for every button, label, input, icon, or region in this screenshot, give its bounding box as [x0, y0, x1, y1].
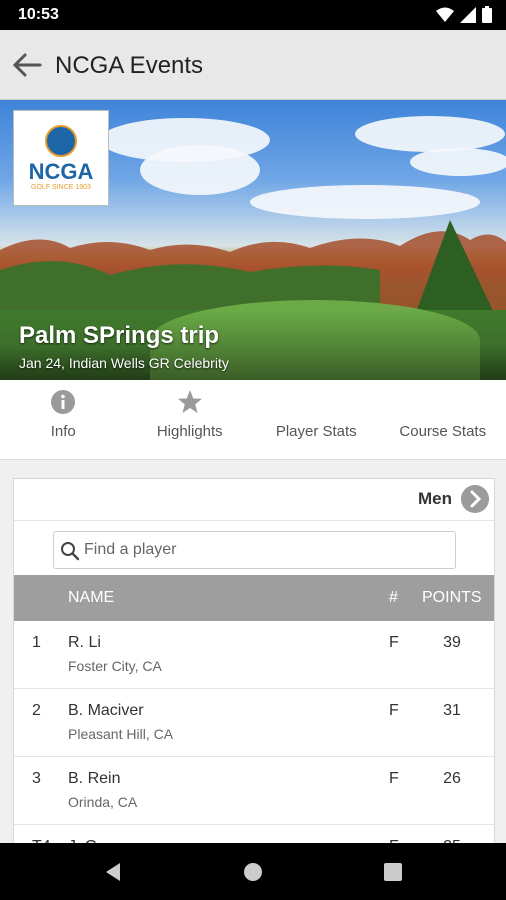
table-row[interactable]: 2 B. Maciver Pleasant Hill, CA F 31 — [14, 689, 494, 757]
info-icon — [51, 390, 76, 414]
cloud-shape — [250, 185, 480, 219]
ncga-logo: NCGA GOLF SINCE 1903 — [13, 110, 109, 206]
row-player-name: B. Maciver — [68, 702, 144, 719]
status-time: 10:53 — [18, 6, 59, 23]
logo-emblem-icon — [45, 125, 77, 157]
row-player-location: Orinda, CA — [68, 794, 138, 810]
app-bar-title: NCGA Events — [55, 52, 204, 79]
nav-back-icon[interactable] — [102, 861, 124, 883]
app-bar: NCGA Events — [0, 30, 506, 100]
cloud-shape — [355, 116, 505, 152]
wifi-icon — [436, 7, 454, 22]
tab-course-stats[interactable]: Course Stats — [380, 380, 506, 459]
tab-label: Course Stats — [399, 423, 487, 440]
row-rank: 3 — [32, 770, 41, 787]
system-nav-bar — [0, 843, 506, 900]
tab-player-stats[interactable]: Player Stats — [253, 380, 380, 459]
row-player-name: R. Li — [68, 634, 101, 651]
row-flag: F — [389, 770, 399, 787]
row-points: 31 — [443, 702, 461, 719]
search-icon — [61, 542, 80, 561]
status-icons — [436, 6, 492, 23]
division-selector[interactable]: Men — [14, 479, 494, 521]
chevron-right-icon[interactable] — [461, 485, 489, 513]
event-subtitle: Jan 24, Indian Wells GR Celebrity — [19, 355, 229, 371]
row-flag: F — [389, 634, 399, 651]
column-header-flag[interactable]: # — [389, 589, 398, 607]
row-rank: 1 — [32, 634, 41, 651]
status-bar: 10:53 — [0, 0, 506, 30]
logo-wordmark: NCGA — [28, 159, 94, 184]
battery-icon — [482, 6, 492, 23]
back-arrow-icon[interactable] — [10, 50, 44, 80]
row-points: 39 — [443, 634, 461, 651]
event-tabs: Info Highlights Player Stats Course Stat… — [0, 380, 506, 460]
row-rank: 2 — [32, 702, 41, 719]
table-row[interactable]: 3 B. Rein Orinda, CA F 26 — [14, 757, 494, 825]
row-player-location: Foster City, CA — [68, 658, 162, 674]
nav-home-icon[interactable] — [242, 861, 264, 883]
search-input[interactable] — [84, 536, 444, 564]
logo-tagline: GOLF SINCE 1903 — [31, 184, 91, 191]
table-header: NAME # POINTS — [14, 575, 494, 621]
row-player-location: Pleasant Hill, CA — [68, 726, 174, 742]
tab-highlights[interactable]: Highlights — [127, 380, 254, 459]
cloud-shape — [410, 148, 506, 176]
event-title: Palm SPrings trip — [19, 322, 220, 349]
tab-label: Player Stats — [275, 423, 357, 440]
row-player-name: B. Rein — [68, 770, 121, 787]
signal-icon — [460, 6, 476, 23]
column-header-name[interactable]: NAME — [68, 589, 114, 607]
tab-label: Info — [50, 423, 76, 440]
star-icon — [177, 390, 202, 413]
tab-info[interactable]: Info — [0, 380, 127, 459]
player-search — [53, 531, 456, 569]
column-header-points[interactable]: POINTS — [422, 589, 482, 607]
tab-label: Highlights — [156, 423, 223, 440]
cloud-shape — [140, 145, 260, 195]
leaderboard-card: Men NAME # POINTS 1 R. Li Foster City, C… — [13, 478, 495, 893]
table-row[interactable]: 1 R. Li Foster City, CA F 39 — [14, 621, 494, 689]
division-label: Men — [418, 489, 452, 508]
row-points: 26 — [443, 770, 461, 787]
nav-recents-icon[interactable] — [382, 861, 404, 883]
tree-line — [0, 220, 506, 310]
row-flag: F — [389, 702, 399, 719]
